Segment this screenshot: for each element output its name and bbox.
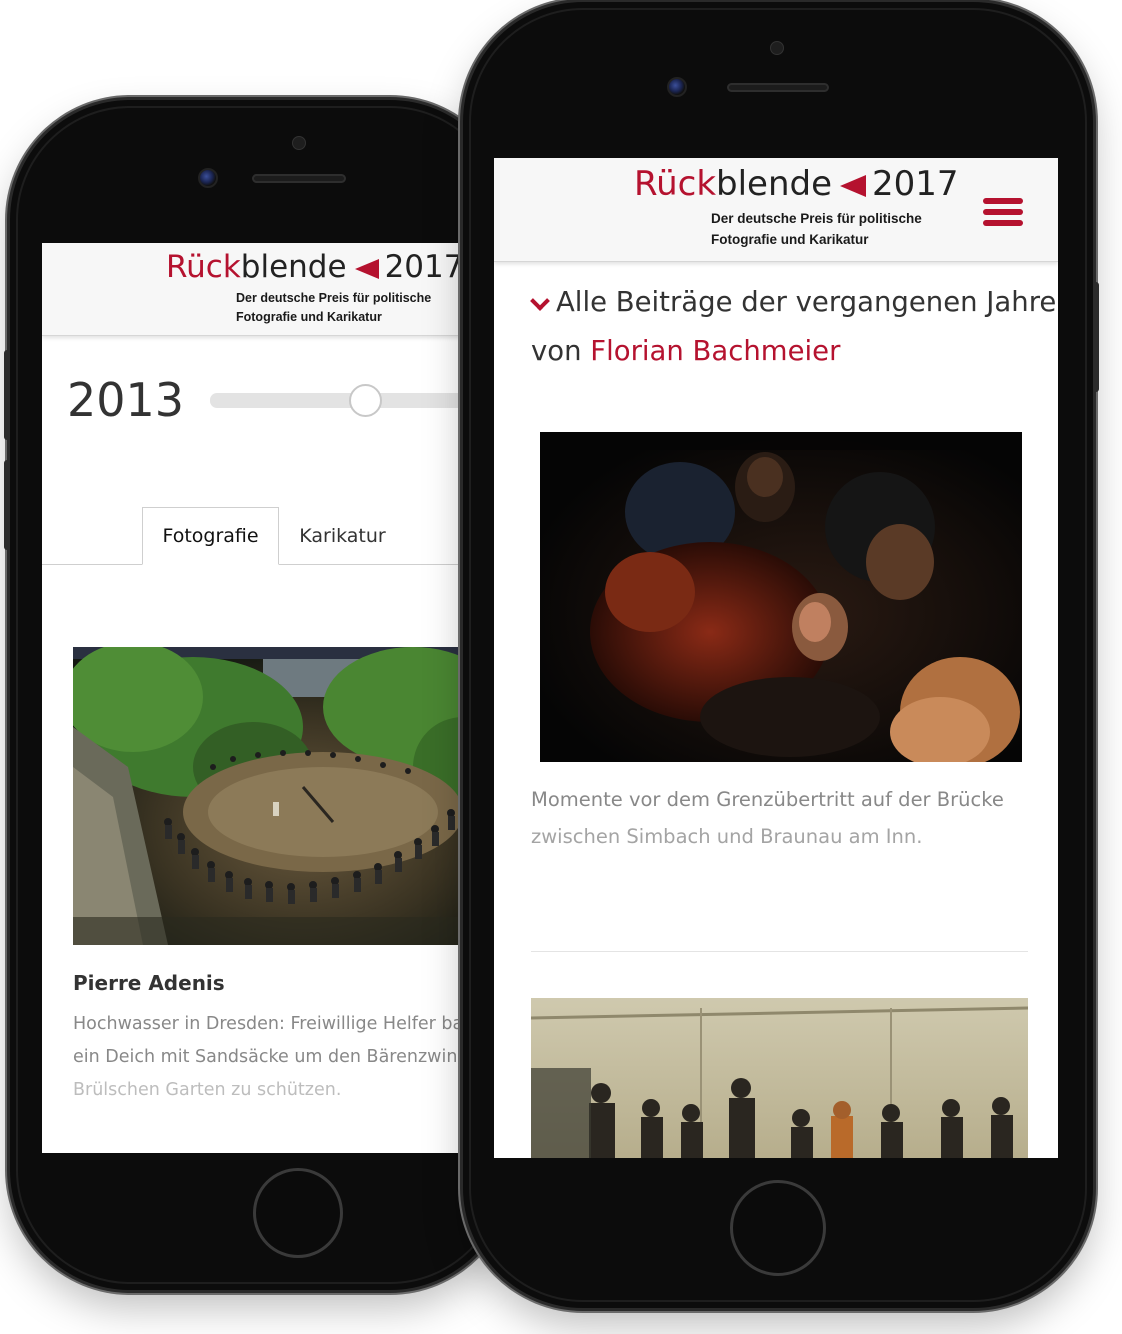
entry-caption-line1: Hochwasser in Dresden: Freiwillige Helfe…	[73, 1014, 464, 1034]
entry-caption-line2: zwischen Simbach und Braunau am Inn.	[531, 825, 923, 848]
tagline-line2: Fotografie und Karikatur	[711, 231, 869, 247]
proximity-sensor	[292, 136, 306, 150]
screen-left: Rückblende 2017 Der deutsche Preis für po…	[42, 243, 482, 1153]
earpiece-speaker	[252, 174, 346, 183]
site-tagline: Der deutsche Preis für politische Fotogr…	[711, 209, 922, 251]
site-logo[interactable]: Rückblende 2017	[634, 164, 959, 204]
logo-arrow-icon	[354, 258, 379, 279]
photographer-name-link[interactable]: Florian Bachmeier	[590, 335, 840, 367]
flood-photo[interactable]	[73, 647, 482, 945]
tent-photo[interactable]	[531, 998, 1028, 1158]
tent-photo-image	[531, 998, 1028, 1158]
logo-word-red: Rück	[166, 249, 241, 285]
tab-fotografie[interactable]: Fotografie	[142, 507, 279, 565]
tab-karikatur[interactable]: Karikatur	[280, 507, 405, 564]
volume-down-button	[4, 460, 10, 550]
logo-word-dark: blende	[716, 164, 833, 204]
logo-year: 2017	[872, 164, 959, 204]
power-button	[1093, 282, 1099, 392]
site-header: Rückblende 2017 Der deutsche Preis für po…	[42, 243, 482, 336]
tagline-line2: Fotografie und Karikatur	[236, 310, 382, 325]
proximity-sensor	[770, 41, 784, 55]
year-slider-track[interactable]	[210, 393, 482, 408]
site-tagline: Der deutsche Preis für politische Fotogr…	[236, 289, 431, 328]
home-button[interactable]	[253, 1168, 343, 1258]
logo-word-red: Rück	[634, 164, 717, 204]
screen-right: Rückblende 2017 Der deutsche Preis für po…	[494, 158, 1058, 1158]
chevron-down-icon[interactable]	[530, 291, 550, 311]
front-camera-icon	[667, 77, 687, 97]
border-crossing-photo[interactable]	[540, 432, 1022, 762]
flood-photo-image	[73, 647, 482, 945]
phone-left: Rückblende 2017 Der deutsche Preis für po…	[4, 100, 510, 1290]
site-header: Rückblende 2017 Der deutsche Preis für po…	[494, 158, 1058, 262]
border-crossing-photo-image	[540, 432, 1022, 762]
site-logo[interactable]: Rückblende 2017	[166, 249, 463, 285]
tagline-line1: Der deutsche Preis für politische	[236, 291, 432, 305]
logo-arrow-icon	[840, 174, 867, 197]
year-slider-knob[interactable]	[349, 384, 382, 417]
entry-caption-line1: Momente vor dem Grenzübertritt auf der B…	[531, 788, 1004, 811]
entry-caption-line3: Brülschen Garten zu schützen.	[73, 1080, 342, 1100]
section-heading-line1: Alle Beiträge der vergangenen Jahre	[556, 286, 1057, 318]
section-heading-line2: von Florian Bachmeier	[531, 335, 840, 367]
tagline-line1: Der deutsche Preis für politische	[711, 211, 922, 226]
logo-year: 2017	[384, 249, 464, 285]
front-camera-icon	[198, 168, 218, 188]
phone-right: Rückblende 2017 Der deutsche Preis für po…	[463, 2, 1099, 1308]
heading-prefix: von	[531, 335, 582, 367]
home-button[interactable]	[730, 1180, 826, 1276]
entry-caption-line2: ein Deich mit Sandsäcke um den Bärenzwin…	[73, 1047, 469, 1067]
logo-word-dark: blende	[240, 249, 347, 285]
earpiece-speaker	[727, 83, 829, 92]
year-display: 2013	[67, 373, 185, 427]
entry-author[interactable]: Pierre Adenis	[73, 971, 225, 995]
volume-up-button	[4, 350, 10, 440]
hamburger-menu-icon[interactable]	[983, 198, 1023, 231]
entry-divider	[531, 951, 1028, 952]
